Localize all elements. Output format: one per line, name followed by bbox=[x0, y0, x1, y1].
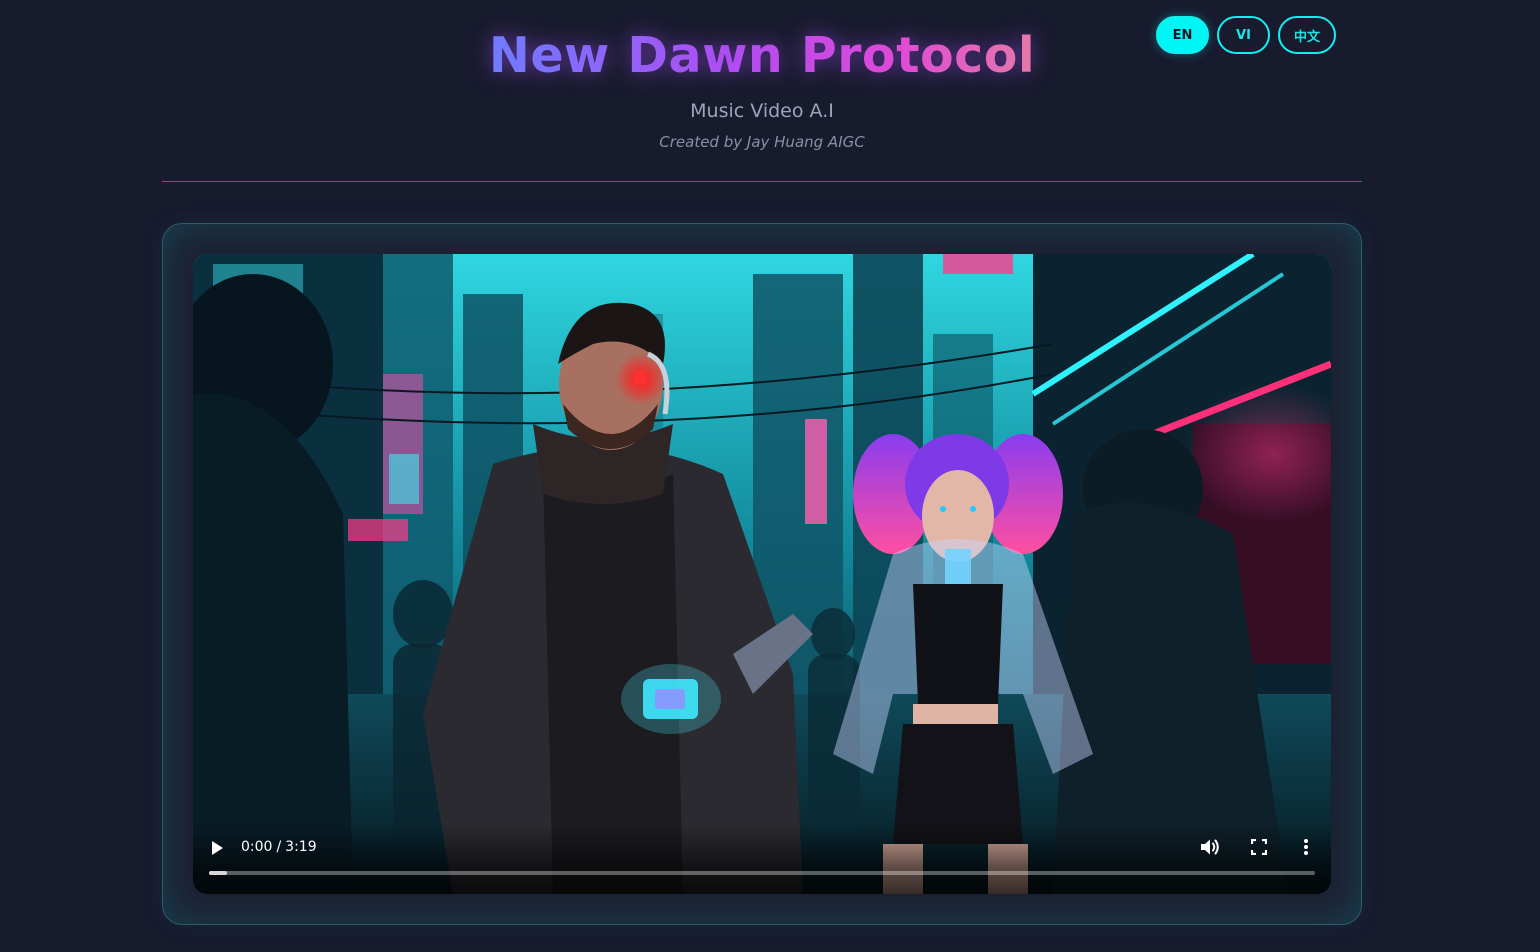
play-icon bbox=[212, 841, 223, 855]
current-time: 0:00 bbox=[241, 839, 273, 855]
video-frame bbox=[193, 254, 1331, 894]
time-display: 0:00 / 3:19 bbox=[241, 838, 317, 856]
video-controls: 0:00 / 3:19 bbox=[193, 824, 1331, 894]
fullscreen-icon bbox=[1251, 839, 1267, 855]
creator-credit: Created by Jay Huang AIGC bbox=[659, 133, 865, 151]
time-separator: / bbox=[276, 839, 282, 855]
header-divider bbox=[162, 181, 1362, 182]
more-options-icon bbox=[1304, 839, 1308, 855]
progress-buffered bbox=[209, 871, 227, 875]
page-title-wrapper: New Dawn Protocol bbox=[0, 26, 1524, 86]
progress-bar[interactable] bbox=[209, 871, 1315, 875]
more-options-button[interactable] bbox=[1295, 836, 1317, 858]
duration: 3:19 bbox=[285, 839, 317, 855]
play-button[interactable] bbox=[207, 838, 227, 858]
video-player[interactable]: 0:00 / 3:19 bbox=[193, 254, 1331, 894]
volume-icon bbox=[1201, 839, 1219, 855]
page-title: New Dawn Protocol bbox=[488, 27, 1036, 84]
page-subtitle: Music Video A.I bbox=[690, 100, 834, 122]
volume-button[interactable] bbox=[1199, 836, 1221, 858]
video-card: 0:00 / 3:19 bbox=[162, 223, 1362, 925]
page: EN VI 中文 New Dawn Protocol Music Video A… bbox=[0, 0, 1540, 952]
fullscreen-button[interactable] bbox=[1248, 836, 1270, 858]
